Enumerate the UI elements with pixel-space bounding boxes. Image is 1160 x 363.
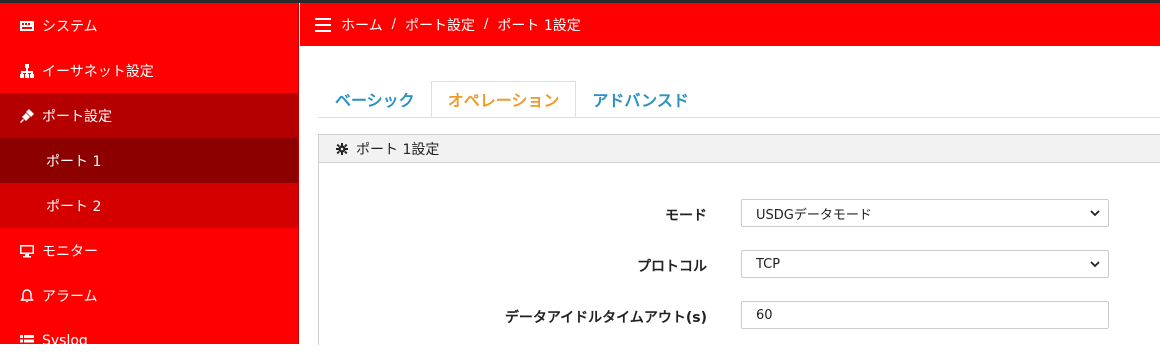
gear-icon (336, 142, 348, 155)
sidebar-item-system[interactable]: システム (0, 3, 299, 48)
sidebar-item-label: モニター (42, 243, 98, 260)
plug-icon (20, 108, 34, 123)
sidebar-divider (298, 3, 299, 344)
hamburger-menu-icon[interactable] (315, 17, 331, 32)
panel-header: ポート 1設定 (319, 135, 1160, 163)
idle-timeout-input[interactable]: 60 (741, 301, 1109, 329)
tab-basic[interactable]: ベーシック (319, 81, 431, 117)
protocol-label: プロトコル (637, 259, 707, 275)
tab-bar: ベーシック オペレーション アドバンスド (319, 81, 705, 117)
network-icon (20, 63, 34, 78)
sidebar-item-syslog[interactable]: Syslog (0, 318, 299, 363)
sidebar-item-label: システム (42, 18, 98, 35)
mode-label: モード (665, 208, 707, 224)
mode-select[interactable]: USDGデータモード (741, 199, 1109, 227)
bell-icon (20, 288, 34, 303)
tab-advanced[interactable]: アドバンスド (576, 81, 704, 117)
idle-timeout-value: 60 (756, 307, 773, 323)
main-content: ベーシック オペレーション アドバンスド ポート 1設定 モード USDGデータ… (300, 46, 1160, 345)
monitor-icon (20, 244, 34, 258)
sidebar: システム イーサネット設定 ポート設定 ポート 1 ポート 2 モニター アラー… (0, 3, 299, 349)
tab-operation[interactable]: オペレーション (430, 81, 577, 117)
sidebar-item-monitor[interactable]: モニター (0, 228, 299, 273)
panel-title: ポート 1設定 (356, 141, 440, 158)
field-row-mode: モード USDGデータモード (319, 199, 1160, 229)
sidebar-item-port-settings[interactable]: ポート設定 (0, 93, 299, 138)
breadcrumb-port-settings[interactable]: ポート設定 (405, 15, 475, 35)
sidebar-item-label: ポート設定 (42, 108, 112, 125)
system-icon (20, 19, 34, 33)
tab-underline (318, 117, 1160, 118)
list-icon (20, 334, 34, 348)
chevron-down-icon (1090, 208, 1100, 218)
protocol-select-value: TCP (756, 256, 781, 272)
breadcrumb-current: ポート 1設定 (497, 17, 581, 34)
field-row-protocol: プロトコル TCP (319, 250, 1160, 280)
breadcrumb-separator: / (483, 17, 489, 32)
sidebar-item-port-1[interactable]: ポート 1 (0, 138, 299, 183)
port-settings-panel: ポート 1設定 モード USDGデータモード プロトコル TCP データアイドル… (318, 134, 1160, 345)
idle-timeout-label: データアイドルタイムアウト(s) (504, 310, 707, 326)
sidebar-item-alarm[interactable]: アラーム (0, 273, 299, 318)
field-row-idle-timeout: データアイドルタイムアウト(s) 60 (319, 301, 1160, 331)
chevron-down-icon (1090, 259, 1100, 269)
sidebar-item-label: ポート 1 (46, 153, 102, 170)
sidebar-item-ethernet[interactable]: イーサネット設定 (0, 48, 299, 93)
protocol-select[interactable]: TCP (741, 250, 1109, 278)
sidebar-item-label: ポート 2 (46, 198, 102, 215)
breadcrumb-home[interactable]: ホーム (341, 15, 383, 35)
sidebar-item-port-2[interactable]: ポート 2 (0, 183, 299, 228)
mode-select-value: USDGデータモード (756, 207, 872, 223)
sidebar-item-label: アラーム (42, 288, 98, 305)
sidebar-item-label: Syslog (42, 332, 88, 349)
breadcrumb-separator: / (391, 17, 396, 32)
sidebar-item-label: イーサネット設定 (42, 63, 154, 80)
top-header: ホーム / ポート設定 / ポート 1設定 (300, 3, 1160, 46)
